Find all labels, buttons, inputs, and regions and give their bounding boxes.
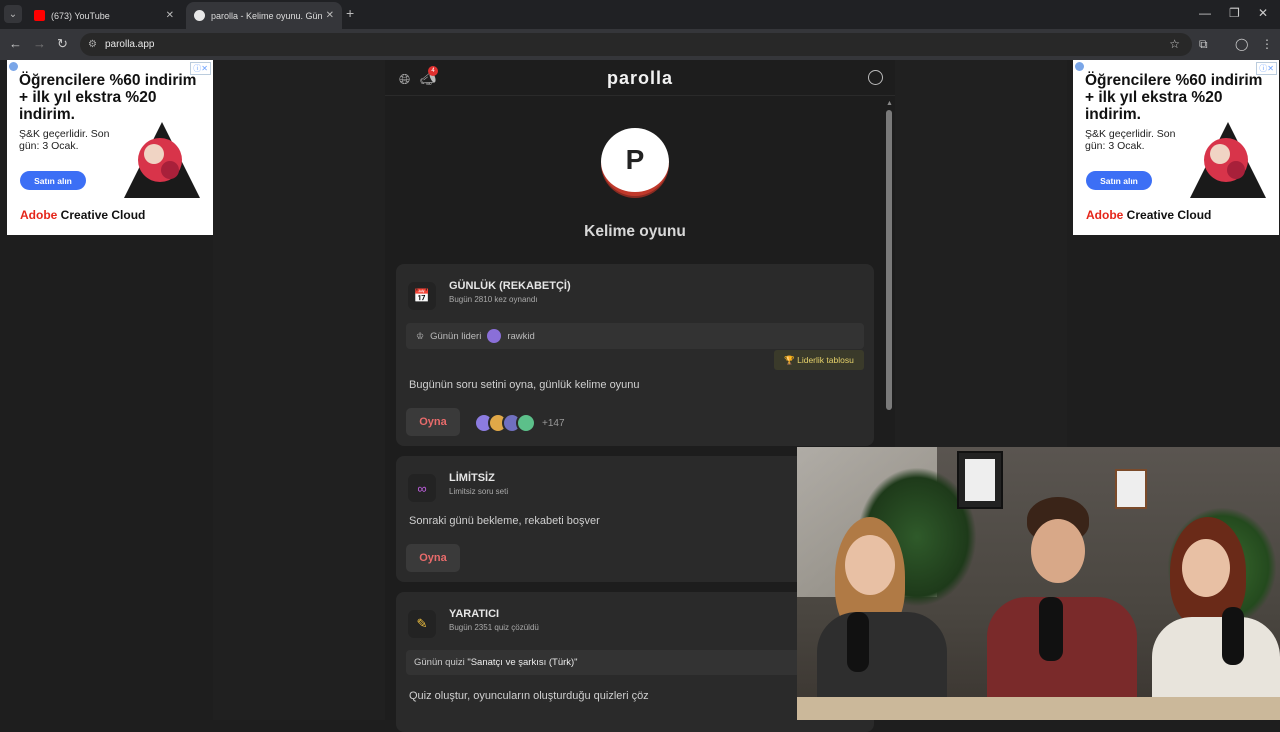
leader-label: Günün lideri xyxy=(430,330,482,342)
card-title: LİMİTSİZ xyxy=(449,472,495,484)
ad-banner-right[interactable]: ⓘ✕ Öğrencilere %60 indirim + ilk yıl eks… xyxy=(1073,60,1279,235)
trophy-icon: ♔ xyxy=(416,330,425,341)
scrollbar-thumb[interactable] xyxy=(886,110,892,410)
browser-tabbar: ⌄ (673) YouTube ✕ parolla - Kelime oyunu… xyxy=(0,0,1280,29)
app-header: 🌐︎ 📣︎ 4 parolla xyxy=(385,60,895,96)
leader-name[interactable]: rawkid xyxy=(507,331,534,342)
video-desk xyxy=(797,697,1280,720)
ad-info-icon[interactable]: ⓘ✕ xyxy=(190,62,211,75)
daily-leader-row: ♔ Günün lideri rawkid xyxy=(406,323,864,349)
gutter-left xyxy=(213,60,385,720)
ad-banner-left[interactable]: ⓘ✕ Öğrencilere %60 indirim + ilk yıl eks… xyxy=(7,60,213,235)
card-description: Bugünün soru setini oyna, günlük kelime … xyxy=(409,379,640,391)
scroll-up-icon[interactable]: ▲ xyxy=(886,100,893,107)
webcam-video-overlay xyxy=(797,447,1280,720)
card-subtitle: Bugün 2351 quiz çözüldü xyxy=(449,623,539,632)
ad-subtext: Ş&K geçerlidir. Son gün: 3 Ocak. xyxy=(1085,128,1176,152)
microphone-icon xyxy=(1039,597,1063,661)
ad-brand-red: Adobe xyxy=(20,208,58,222)
page-title: Kelime oyunu xyxy=(584,223,686,240)
card-title: GÜNLÜK (REKABETÇİ) xyxy=(449,280,571,292)
tab-search-button[interactable]: ⌄ xyxy=(4,5,22,23)
hero-logo-badge: P xyxy=(601,128,669,196)
tab-parolla[interactable]: parolla - Kelime oyunu. Günlük ✕ xyxy=(186,2,342,29)
infinity-icon: ∞ xyxy=(408,474,436,502)
app-logo[interactable]: parolla xyxy=(385,68,895,89)
tab-title: (673) YouTube xyxy=(51,10,110,21)
ad-brand-rest: Creative Cloud xyxy=(1123,208,1212,222)
more-players-count: +147 xyxy=(542,417,565,429)
ad-subtext: Ş&K geçerlidir. Son gün: 3 Ocak. xyxy=(19,128,110,152)
leaderboard-button[interactable]: 🏆 Liderlik tablosu xyxy=(774,350,864,370)
ad-brand-red: Adobe xyxy=(1086,208,1124,222)
recent-players: +147 xyxy=(474,412,565,434)
parolla-favicon-icon xyxy=(194,10,205,21)
new-tab-icon[interactable]: + xyxy=(346,5,354,21)
extensions-icon[interactable]: ⧉ xyxy=(1199,37,1208,52)
back-icon[interactable]: ← xyxy=(9,36,22,51)
card-subtitle: Limitsiz soru seti xyxy=(449,487,509,496)
reload-icon[interactable]: ↻ xyxy=(57,36,68,52)
tab-youtube[interactable]: (673) YouTube ✕ xyxy=(26,2,182,29)
adobe-art-icon xyxy=(124,122,200,198)
ad-brand-rest: Creative Cloud xyxy=(57,208,146,222)
player-avatar xyxy=(516,413,536,433)
leader-avatar xyxy=(487,329,502,343)
card-description: Sonraki günü bekleme, rekabeti boşver xyxy=(409,515,600,527)
ad-buy-button[interactable]: Satın alın xyxy=(20,171,86,190)
close-window-icon[interactable]: ✕ xyxy=(1258,6,1268,20)
daily-mode-card: 📅 GÜNLÜK (REKABETÇİ) Bugün 2810 kez oyna… xyxy=(396,264,874,446)
bookmark-star-icon[interactable]: ☆ xyxy=(1169,37,1180,51)
close-tab-icon[interactable]: ✕ xyxy=(326,10,334,21)
youtube-favicon-icon xyxy=(34,10,45,21)
restore-icon[interactable]: ❐ xyxy=(1229,6,1240,20)
card-title: YARATICI xyxy=(449,608,500,620)
user-account-icon[interactable] xyxy=(868,70,883,85)
daily-play-button[interactable]: Oyna xyxy=(406,408,460,436)
pencil-icon: ✎ xyxy=(408,610,436,638)
unlimited-play-button[interactable]: Oyna xyxy=(406,544,460,572)
microphone-icon xyxy=(1222,607,1244,665)
address-bar[interactable]: ⚙ parolla.app ☆ xyxy=(80,33,1192,56)
ad-headline: Öğrencilere %60 indirim + ilk yıl ekstra… xyxy=(1085,72,1263,123)
card-subtitle: Bugün 2810 kez oynandı xyxy=(449,295,538,304)
ad-brand: Adobe Creative Cloud xyxy=(1086,208,1211,222)
ad-brand: Adobe Creative Cloud xyxy=(20,208,145,222)
forward-icon[interactable]: → xyxy=(33,36,46,51)
menu-icon[interactable]: ⋮ xyxy=(1261,37,1273,51)
adchoices-icon[interactable] xyxy=(1075,62,1084,71)
microphone-icon xyxy=(847,612,869,672)
close-tab-icon[interactable]: ✕ xyxy=(166,10,174,21)
ad-headline: Öğrencilere %60 indirim + ilk yıl ekstra… xyxy=(19,72,197,123)
card-description: Quiz oluştur, oyuncuların oluşturduğu qu… xyxy=(409,690,649,702)
adchoices-icon[interactable] xyxy=(9,62,18,71)
tab-title: parolla - Kelime oyunu. Günlük xyxy=(211,10,322,21)
site-info-icon[interactable]: ⚙ xyxy=(88,39,97,50)
adobe-art-icon xyxy=(1190,122,1266,198)
minimize-icon[interactable]: — xyxy=(1199,6,1211,20)
video-wall-frame xyxy=(1115,469,1147,509)
calendar-icon: 📅 xyxy=(408,282,436,310)
browser-toolbar: ← → ↻ ⚙ parolla.app ☆ ⧉ ◯ ⋮ xyxy=(0,29,1280,60)
video-wall-frame xyxy=(957,451,1003,509)
quiz-label: Günün quizi xyxy=(414,657,465,668)
profile-icon[interactable]: ◯ xyxy=(1235,37,1248,51)
ad-info-icon[interactable]: ⓘ✕ xyxy=(1256,62,1277,75)
ad-buy-button[interactable]: Satın alın xyxy=(1086,171,1152,190)
url-text: parolla.app xyxy=(104,39,155,50)
quiz-name: "Sanatçı ve şarkısı (Türk)" xyxy=(467,657,578,668)
